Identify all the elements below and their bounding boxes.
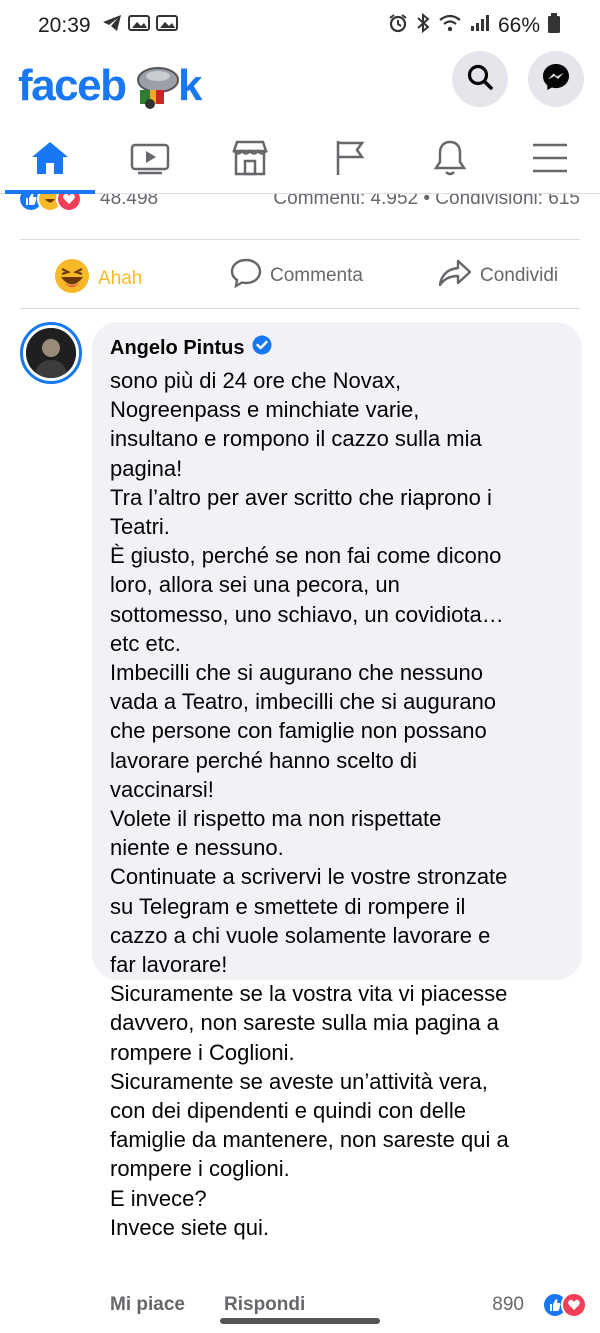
comment-line: vaccinarsi! xyxy=(110,776,214,802)
search-button[interactable] xyxy=(452,51,508,107)
reaction-count: 48.498 xyxy=(100,194,159,209)
comment-line: niente e nessuno. xyxy=(110,835,284,861)
messenger-button[interactable] xyxy=(528,51,584,107)
status-right-icons: 66% xyxy=(388,12,560,39)
signal-icon xyxy=(470,14,490,38)
tab-pages[interactable] xyxy=(322,138,378,182)
comment-line: davvero, non sareste sulla mia pagina a xyxy=(110,1010,499,1036)
comment-line: sono più di 24 ore che Novax, xyxy=(110,368,402,393)
svg-text:k: k xyxy=(178,61,203,110)
gesture-nav-bar[interactable] xyxy=(220,1318,380,1324)
bluetooth-icon xyxy=(416,12,430,39)
post-action-row: Ahah Commenta Condividi xyxy=(0,240,600,308)
hamburger-menu-icon xyxy=(531,142,569,179)
tab-marketplace[interactable] xyxy=(222,138,278,182)
tab-notifications[interactable] xyxy=(422,138,478,182)
tab-menu[interactable] xyxy=(522,138,578,182)
messenger-icon xyxy=(541,62,571,97)
tab-watch[interactable] xyxy=(122,138,178,182)
comment-body: sono più di 24 ore che Novax, Nogreenpass… xyxy=(110,366,564,1242)
home-icon xyxy=(30,140,70,181)
search-icon xyxy=(466,63,494,96)
share-label: Condividi xyxy=(480,265,559,286)
comment-line: su Telegram e smettete di rompere il xyxy=(110,893,466,919)
battery-icon xyxy=(548,13,560,39)
comment-line: rompere i coglioni. xyxy=(110,1156,290,1182)
comment-icon xyxy=(230,258,262,294)
gallery-icon xyxy=(128,14,150,37)
comment-author: Angelo Pintus xyxy=(110,334,564,362)
comment-line: rompere i Coglioni. xyxy=(110,1039,295,1065)
comment-line: Teatri. xyxy=(110,514,170,540)
comment-line: Continuate a scrivervi le vostre stronza… xyxy=(110,864,508,890)
comment-line: sottomesso, uno schiavo, un covidiota… xyxy=(110,601,504,627)
comments-shares-count[interactable]: Commenti: 4.952 • Condivisioni: 615 xyxy=(273,194,580,210)
status-time: 20:39 xyxy=(38,14,91,37)
comment-line: con dei dipendenti e quindi con delle xyxy=(110,1098,466,1124)
status-notification-icons xyxy=(102,14,178,37)
comment-reaction-count: 890 xyxy=(492,1294,524,1315)
comment-label: Commenta xyxy=(270,265,363,286)
verified-badge-icon xyxy=(252,335,272,361)
comment-line: Sicuramente se aveste un’attività vera, xyxy=(110,1068,488,1094)
app-header: faceb k xyxy=(0,50,600,116)
store-icon xyxy=(230,139,270,182)
like-comment-button[interactable]: Mi piace xyxy=(110,1294,185,1316)
comment-line: famiglie da mantenere, non sareste qui a xyxy=(110,1127,509,1153)
telegram-icon xyxy=(102,14,122,37)
reaction-icons xyxy=(18,194,82,212)
gallery-icon-2 xyxy=(156,14,178,37)
alarm-icon xyxy=(388,13,408,39)
share-icon xyxy=(438,258,472,294)
post-reaction-summary[interactable]: 48.498 Commenti: 4.952 • Condivisioni: 6… xyxy=(0,194,600,218)
comment-line: loro, allora sei una pecora, un xyxy=(110,572,400,598)
share-button[interactable]: Condividi xyxy=(438,258,558,294)
avatar[interactable] xyxy=(20,322,82,384)
comment-footer: Mi piace Rispondi 890 xyxy=(0,1290,600,1333)
comment-button[interactable]: Commenta xyxy=(230,258,363,294)
comment-line: lavorare perché hanno scelto di xyxy=(110,747,417,773)
comment-line: È giusto, perché se non fai come dicono xyxy=(110,543,502,569)
comment-line: Invece siete qui. xyxy=(110,1214,269,1240)
battery-percent: 66% xyxy=(497,14,540,37)
haha-emoji-icon xyxy=(54,258,90,300)
comment-line: vada a Teatro, imbecilli che si augurano xyxy=(110,689,497,715)
comment-line: etc etc. xyxy=(110,630,181,656)
comment-line: cazzo a chi vuole solamente lavorare e xyxy=(110,922,491,948)
comment-line: Sicuramente se la vostra vita vi piacess… xyxy=(110,981,508,1007)
comment-line: che persone con famiglie non possano xyxy=(110,718,487,744)
comment-line: far lavorare! xyxy=(110,952,228,978)
tab-home[interactable] xyxy=(22,138,78,182)
svg-text:faceb: faceb xyxy=(18,61,126,110)
author-name[interactable]: Angelo Pintus xyxy=(110,337,244,360)
comment-line: pagina! xyxy=(110,455,183,481)
comment-reaction-icons xyxy=(542,1292,587,1318)
comment-bubble[interactable]: Angelo Pintus sono più di 24 ore che Nov… xyxy=(92,322,582,1240)
divider-bottom xyxy=(20,308,580,309)
comment-line: Tra l’altro per aver scritto che riapron… xyxy=(110,484,492,510)
love-reaction-icon xyxy=(56,194,82,212)
comment-line: Volete il rispetto ma non rispettate xyxy=(110,806,442,832)
status-bar: 20:39 66% xyxy=(0,0,600,50)
flag-icon xyxy=(332,139,368,182)
bell-icon xyxy=(432,138,468,183)
reply-comment-button[interactable]: Rispondi xyxy=(224,1294,305,1316)
love-reaction-icon xyxy=(561,1292,587,1318)
avatar-photo xyxy=(26,328,76,378)
comment-line: E invece? xyxy=(110,1185,207,1211)
facebook-logo[interactable]: faceb k xyxy=(18,56,208,127)
wifi-icon xyxy=(438,14,462,38)
react-button[interactable]: Ahah xyxy=(54,258,142,300)
comment-line: insultano e rompono il cazzo sulla mia xyxy=(110,426,482,452)
comment-line: Imbecilli che si augurano che nessuno xyxy=(110,660,484,686)
video-icon xyxy=(130,141,170,180)
react-label: Ahah xyxy=(98,268,143,289)
comment-line: Nogreenpass e minchiate varie, xyxy=(110,397,420,423)
tab-bar xyxy=(0,128,600,194)
